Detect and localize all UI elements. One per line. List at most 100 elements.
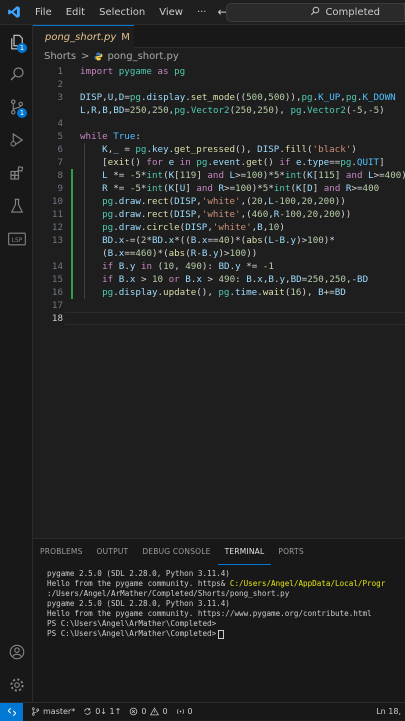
- line-number: 8: [57, 170, 63, 181]
- search-icon: [310, 6, 320, 19]
- line-number: 1: [57, 66, 63, 77]
- editor-tabs: pong_short.py M: [33, 25, 405, 48]
- ports-status[interactable]: 0: [176, 707, 193, 716]
- line-number: 14: [51, 261, 63, 272]
- panel-tab-debug-console[interactable]: DEBUG CONSOLE: [135, 539, 217, 565]
- code-text: R *= -5*int(K[U] and R>=100)*5*int(K[D] …: [102, 183, 380, 194]
- line-number: 12: [51, 222, 63, 233]
- line-number: 11: [51, 209, 63, 220]
- panel-tab-output[interactable]: OUTPUT: [90, 539, 136, 565]
- line-number: 7: [57, 157, 63, 168]
- bottom-panel: PROBLEMS OUTPUT DEBUG CONSOLE TERMINAL PORTS…: [33, 538, 405, 702]
- branch-status[interactable]: master*: [31, 707, 75, 716]
- code-line[interactable]: L,R,B,BD=250,250,pg.Vector2(250,250), pg…: [33, 104, 405, 117]
- line-number: 5: [57, 131, 63, 142]
- code-line[interactable]: 14 if B.y in (10, 490): BD.y *= -1: [33, 260, 405, 273]
- breadcrumb-file[interactable]: pong_short.py: [107, 51, 178, 62]
- current-line-highlight: [65, 312, 405, 325]
- source-control-icon[interactable]: 1: [0, 92, 33, 122]
- menu-edit[interactable]: Edit: [59, 7, 92, 18]
- line-number: 9: [57, 183, 63, 194]
- code-editor[interactable]: 1 import pygame as pg 2 3 DISP,U,D=pg.displa…: [33, 65, 405, 535]
- explorer-icon[interactable]: 1: [0, 27, 33, 57]
- code-text: if B.y in (10, 490): BD.y *= -1: [102, 261, 274, 272]
- breadcrumb: Shorts > pong_short.py: [33, 48, 405, 65]
- code-line[interactable]: 2: [33, 78, 405, 91]
- remote-indicator-icon[interactable]: [0, 702, 23, 721]
- line-number: 10: [51, 196, 63, 207]
- sync-status[interactable]: 0↓ 1↑: [83, 707, 121, 716]
- line-number: 15: [51, 274, 63, 285]
- tab-modified-status: M: [121, 31, 130, 43]
- line-number: 6: [57, 144, 63, 155]
- code-text: pg.draw.circle(DISP,'white',B,10): [102, 222, 285, 233]
- code-text: if B.x > 10 or B.x > 490: B.x,B.y,BD=250…: [102, 274, 369, 285]
- git-modified-marker: [71, 208, 73, 221]
- code-line[interactable]: 8 L *= -5*int(K[119] and L>=100)*5*int(K…: [33, 169, 405, 182]
- menu-more[interactable]: ···: [190, 7, 214, 18]
- code-text: pg.draw.rect(DISP,'white',(20,L-100,20,2…: [102, 196, 346, 207]
- code-line[interactable]: 12 pg.draw.circle(DISP,'white',B,10): [33, 221, 405, 234]
- line-number: 18: [51, 313, 63, 324]
- code-line[interactable]: 3 DISP,U,D=pg.display.set_mode((500,500))…: [33, 91, 405, 104]
- panel-tab-ports[interactable]: PORTS: [271, 539, 310, 565]
- command-center-search[interactable]: Completed: [226, 3, 405, 22]
- activity-bar: 1 1 LSP: [0, 25, 33, 702]
- code-line[interactable]: 1 import pygame as pg: [33, 65, 405, 78]
- git-modified-marker: [71, 169, 73, 182]
- panel-tab-problems[interactable]: PROBLEMS: [33, 539, 90, 565]
- svg-text:LSP: LSP: [11, 238, 22, 244]
- panel-tab-terminal[interactable]: TERMINAL: [217, 539, 272, 565]
- extensions-icon[interactable]: [0, 158, 33, 188]
- code-text: L *= -5*int(K[119] and L>=100)*5*int(K[1…: [102, 170, 405, 181]
- terminal-line: pygame 2.5.0 (SDL 2.28.0, Python 3.11.4): [47, 599, 230, 608]
- line-number: 16: [51, 287, 63, 298]
- code-line[interactable]: 18: [33, 312, 405, 325]
- code-text: pg.draw.rect(DISP,'white',(460,R-100,20,…: [102, 209, 352, 220]
- sync-icon: [84, 708, 91, 715]
- account-icon[interactable]: [0, 637, 33, 667]
- problems-status[interactable]: 0 0: [129, 707, 168, 716]
- terminal-output[interactable]: pygame 2.5.0 (SDL 2.28.0, Python 3.11.4)…: [47, 569, 405, 639]
- run-debug-icon[interactable]: [0, 125, 33, 155]
- settings-gear-icon[interactable]: [0, 670, 33, 700]
- line-number: 3: [57, 92, 63, 103]
- code-line[interactable]: 9 R *= -5*int(K[U] and R>=100)*5*int(K[D…: [33, 182, 405, 195]
- git-modified-marker: [71, 260, 73, 273]
- git-modified-marker: [71, 234, 73, 247]
- python-file-icon: [95, 52, 103, 61]
- menu-selection[interactable]: Selection: [92, 7, 152, 18]
- menu-file[interactable]: File: [28, 7, 59, 18]
- code-line[interactable]: 4: [33, 117, 405, 130]
- code-line[interactable]: 10 pg.draw.rect(DISP,'white',(20,L-100,2…: [33, 195, 405, 208]
- menu-view[interactable]: View: [152, 7, 190, 18]
- code-line[interactable]: 5 while True:: [33, 130, 405, 143]
- line-number: 4: [57, 118, 63, 129]
- code-line[interactable]: 15 if B.x > 10 or B.x > 490: B.x,B.y,BD=…: [33, 273, 405, 286]
- tab-pong-short[interactable]: pong_short.py M: [33, 25, 134, 48]
- code-line[interactable]: 6 K,_ = pg.key.get_pressed(), DISP.fill(…: [33, 143, 405, 156]
- terminal-cursor: [218, 629, 225, 639]
- code-text: pg.display.update(), pg.time.wait(16), B…: [102, 287, 346, 298]
- code-line[interactable]: 7 [exit() for e in pg.event.get() if e.t…: [33, 156, 405, 169]
- search-view-icon[interactable]: [0, 59, 33, 89]
- code-line[interactable]: 16 pg.display.update(), pg.time.wait(16)…: [33, 286, 405, 299]
- error-count: 0: [141, 707, 147, 716]
- terminal-line: pygame 2.5.0 (SDL 2.28.0, Python 3.11.4): [47, 569, 230, 578]
- terminal-line: :/Users/Angel/ArMather/Completed/Shorts/…: [47, 589, 290, 598]
- code-line[interactable]: 11 pg.draw.rect(DISP,'white',(460,R-100,…: [33, 208, 405, 221]
- lsp-icon[interactable]: LSP: [0, 224, 33, 254]
- code-line[interactable]: 17: [33, 299, 405, 312]
- code-line[interactable]: 13 BD.x-=(2*BD.x*((B.x==40)*(abs(L-B.y)>…: [33, 234, 405, 247]
- line-number: 13: [51, 235, 63, 246]
- code-text: K,_ = pg.key.get_pressed(), DISP.fill('b…: [102, 144, 357, 155]
- cursor-position[interactable]: Ln 18,: [376, 703, 401, 721]
- code-text: import pygame as pg: [80, 66, 186, 77]
- code-text: (B.x==460)*(abs(R-B.y)>100)): [80, 248, 258, 259]
- testing-flask-icon[interactable]: [0, 191, 33, 221]
- panel-tabs: PROBLEMS OUTPUT DEBUG CONSOLE TERMINAL PORTS: [33, 539, 405, 565]
- code-text: [exit() for e in pg.event.get() if e.typ…: [80, 157, 385, 168]
- terminal-line: PS C:\Users\Angel\ArMather\Completed>: [47, 619, 217, 628]
- code-line[interactable]: (B.x==460)*(abs(R-B.y)>100)): [33, 247, 405, 260]
- breadcrumb-folder[interactable]: Shorts: [44, 51, 76, 62]
